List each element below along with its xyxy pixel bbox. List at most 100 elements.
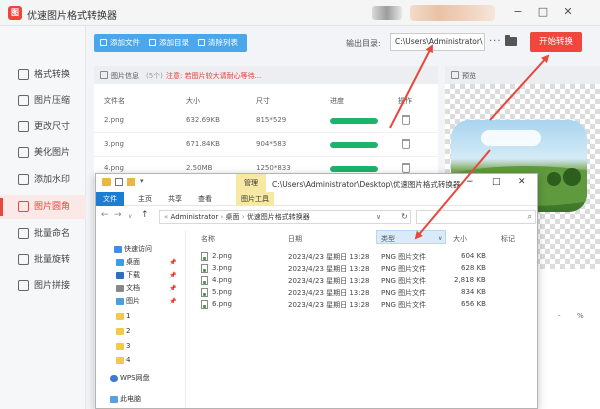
list-item[interactable]: 2.png 2023/4/23 星期日 13:28 PNG 图片文件 604 KB [96,251,537,262]
explorer-close-icon[interactable]: ✕ [518,177,526,187]
breadcrumb-administrator[interactable]: Administrator [171,213,219,221]
preview-icon [451,71,459,79]
user-avatar[interactable] [372,6,402,20]
tree-item-wps-drive[interactable]: WPS网盘 [96,373,186,384]
maximize-icon[interactable]: □ [535,4,551,20]
ribbon-tab-share[interactable]: 共享 [164,192,186,206]
table-row[interactable]: 2.png 632.69KB 815*529 [94,109,438,133]
sort-dropdown-icon[interactable]: ∨ [438,235,442,242]
tree-label: 此电脑 [120,395,141,403]
file-type: PNG 图片文件 [381,301,427,309]
progress-fill [330,142,378,148]
sidebar-item-stitch[interactable]: 图片拼接 [0,274,86,298]
ribbon-tab-view[interactable]: 查看 [194,192,216,206]
folder-icon [116,313,124,320]
file-dims: 815*529 [256,116,287,124]
progress-bar [330,166,378,172]
tree-item-this-pc[interactable]: 此电脑 [96,394,186,405]
sidebar-item-beautify[interactable]: 美化图片 [0,141,86,165]
png-file-icon [201,276,208,285]
output-dir-label: 输出目录: [346,39,381,48]
watermark-icon [18,174,29,185]
tree-item-folder-1[interactable]: 1 [96,311,186,322]
back-arrow-icon[interactable]: ← [101,210,109,220]
list-item[interactable]: 3.png 2023/4/23 星期日 13:28 PNG 图片文件 628 KB [96,263,537,274]
breadcrumb-app-folder[interactable]: 优速图片格式转换器 [247,213,310,221]
tree-label: 2 [126,327,131,335]
png-file-icon [201,252,208,261]
sidebar-item-round-corner[interactable]: 图片圆角 [0,195,86,219]
close-icon[interactable]: ✕ [560,4,576,20]
col-header-progress: 进度 [330,97,344,105]
list-item[interactable]: 6.png 2023/4/23 星期日 13:28 PNG 图片文件 656 KB [96,299,537,310]
col-header-date[interactable]: 日期 [288,234,302,244]
refresh-icon[interactable]: ↻ [398,210,411,224]
sidebar-item-label: 更改尺寸 [34,122,71,132]
sidebar-item-compress[interactable]: 图片压缩 [0,89,86,113]
add-file-label: 添加文件 [110,38,140,47]
trash-icon[interactable] [402,139,410,149]
list-item[interactable]: 4.png 2023/4/23 星期日 13:28 PNG 图片文件 2,818 KB [96,275,537,286]
minimize-icon[interactable]: − [510,4,526,20]
clear-list-button[interactable]: 清除列表 [198,34,238,52]
table-row[interactable]: 3.png 671.84KB 904*583 [94,133,438,157]
breadcrumb-desktop[interactable]: 桌面 [226,213,240,221]
start-convert-button[interactable]: 开始转换 [530,32,582,52]
explorer-search-input[interactable]: ⌕ [416,210,536,224]
file-name: 4.png [212,276,233,284]
trash-icon[interactable] [402,163,410,173]
manage-tab[interactable]: 管理 [236,174,266,192]
address-bar[interactable]: « Administrator › 桌面 › 优速图片格式转换器 [159,210,411,224]
tree-label: 3 [126,342,131,350]
explorer-maximize-icon[interactable]: □ [492,177,501,187]
new-folder-icon[interactable] [127,178,135,186]
batch-rename-icon [18,228,29,239]
add-file-button[interactable]: 添加文件 [100,34,140,52]
output-dir-input[interactable]: C:\Users\Administrator\ [390,33,485,51]
zoom-out-button[interactable]: - [558,312,561,320]
ribbon-tab-file[interactable]: 文件 [96,192,124,206]
app-logo-icon: 图 [8,6,22,20]
explorer-minimize-icon[interactable]: − [466,177,474,187]
open-folder-icon[interactable] [505,35,517,46]
recent-dropdown-icon[interactable]: ∨ [128,213,132,220]
sidebar-item-batch-rotate[interactable]: 批量旋转 [0,248,86,272]
sidebar-item-format-convert[interactable]: 格式转换 [0,63,86,87]
col-header-size[interactable]: 大小 [453,234,467,244]
tree-item-folder-2[interactable]: 2 [96,326,186,337]
quick-access-dropdown-icon[interactable]: ▾ [140,177,144,185]
col-header-type[interactable]: 类型 [381,234,395,244]
ribbon-tabs: 文件 主页 共享 查看 图片工具 [96,192,537,206]
forward-arrow-icon[interactable]: → [114,210,122,220]
sidebar-item-label: 图片压缩 [34,96,71,106]
sidebar-item-batch-rename[interactable]: 批量命名 [0,222,86,246]
up-arrow-icon[interactable]: ↑ [141,210,149,220]
tree-item-folder-3[interactable]: 3 [96,341,186,352]
file-type: PNG 图片文件 [381,253,427,261]
tree-item-folder-4[interactable]: 4 [96,355,186,366]
ribbon-tab-picture-tools[interactable]: 图片工具 [236,192,274,206]
file-dims: 1250*833 [256,164,291,172]
file-date: 2023/4/23 星期日 13:28 [288,289,370,297]
ribbon-tab-home[interactable]: 主页 [134,192,156,206]
list-item[interactable]: 5.png 2023/4/23 星期日 13:28 PNG 图片文件 834 KB [96,287,537,298]
more-options-button[interactable]: ··· [489,36,502,47]
file-size: 2,818 KB [454,276,486,284]
image-info-icon [100,71,108,79]
folder-icon [116,357,124,364]
sidebar-item-label: 批量命名 [34,229,71,239]
sidebar-item-label: 添加水印 [34,175,71,185]
app-title: 优速图片格式转换器 [27,11,117,22]
file-type: PNG 图片文件 [381,289,427,297]
sidebar-item-label: 图片圆角 [34,202,71,212]
add-dir-button[interactable]: 添加目录 [149,34,189,52]
col-header-name[interactable]: 名称 [201,234,215,244]
file-size: 2.50MB [186,164,213,172]
add-file-icon [100,39,107,46]
address-history-icon[interactable]: ∨ [376,213,381,221]
sidebar-item-resize[interactable]: 更改尺寸 [0,115,86,139]
properties-icon[interactable] [115,178,123,186]
trash-icon[interactable] [402,115,410,125]
col-header-tags[interactable]: 标记 [501,234,515,244]
sidebar-item-watermark[interactable]: 添加水印 [0,168,86,192]
